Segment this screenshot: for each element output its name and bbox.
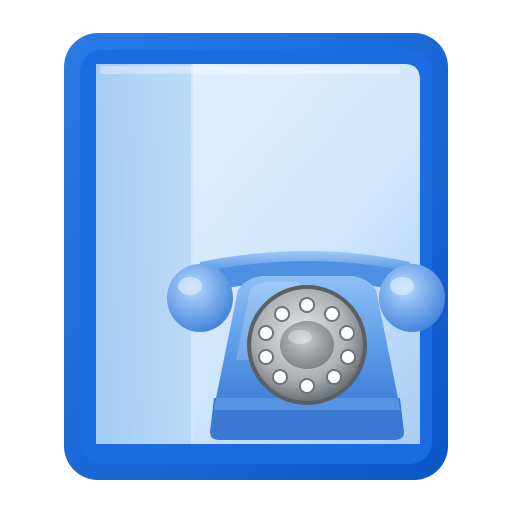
phone-book-icon [0, 0, 512, 512]
handset-right-cup [379, 264, 445, 332]
rotary-dial-icon [247, 285, 367, 405]
handset-left-cup [167, 264, 233, 332]
phone-book-graphic [64, 33, 448, 480]
